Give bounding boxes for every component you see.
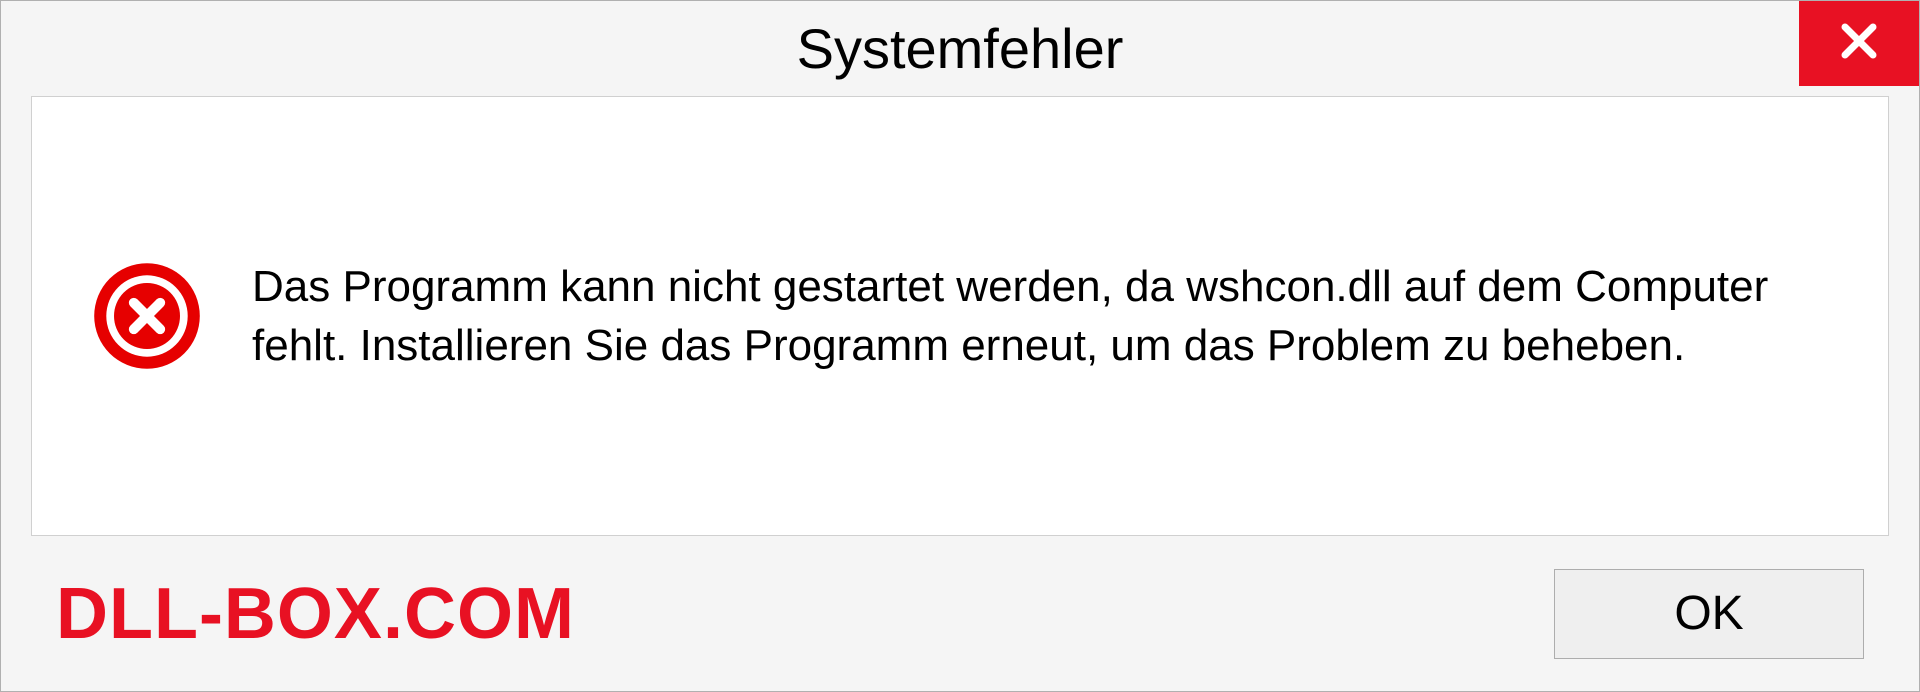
titlebar: Systemfehler bbox=[1, 1, 1919, 96]
content-panel: Das Programm kann nicht gestartet werden… bbox=[31, 96, 1889, 536]
dialog-footer: DLL-BOX.COM OK bbox=[1, 536, 1919, 691]
dialog-title: Systemfehler bbox=[797, 16, 1124, 81]
error-icon bbox=[92, 261, 202, 371]
error-message: Das Programm kann nicht gestartet werden… bbox=[252, 257, 1828, 376]
close-icon bbox=[1835, 17, 1883, 70]
ok-button[interactable]: OK bbox=[1554, 569, 1864, 659]
watermark-text: DLL-BOX.COM bbox=[56, 573, 575, 655]
error-dialog: Systemfehler Das Programm kann nicht ges… bbox=[0, 0, 1920, 692]
close-button[interactable] bbox=[1799, 1, 1919, 86]
